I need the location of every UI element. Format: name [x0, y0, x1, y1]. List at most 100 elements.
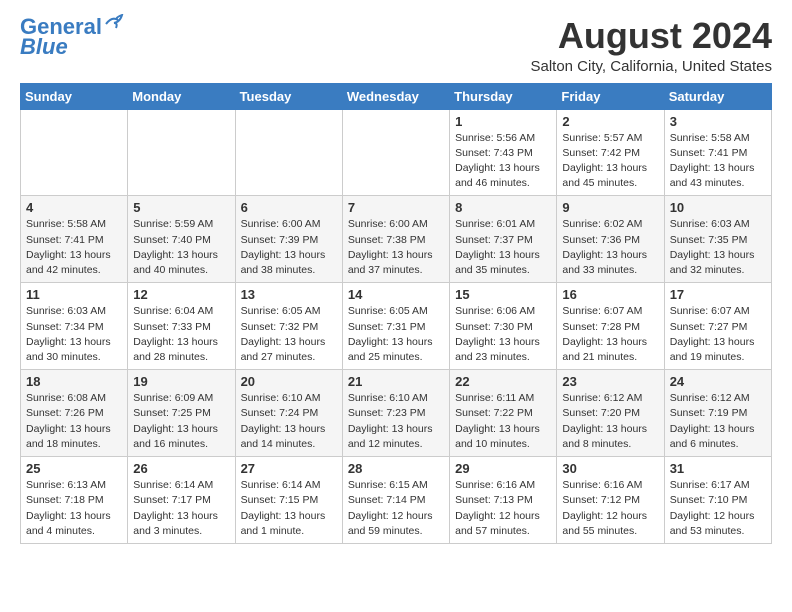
calendar-cell: 30 Sunrise: 6:16 AM Sunset: 7:12 PM Dayli… [557, 457, 664, 544]
calendar-cell: 10 Sunrise: 6:03 AM Sunset: 7:35 PM Dayli… [664, 196, 771, 283]
header-row: SundayMondayTuesdayWednesdayThursdayFrid… [21, 83, 772, 109]
day-number: 11 [26, 287, 122, 302]
title-area: August 2024 Salton City, California, Uni… [530, 16, 772, 75]
day-info: Sunrise: 6:14 AM Sunset: 7:17 PM Dayligh… [133, 478, 229, 539]
calendar-cell [342, 109, 449, 196]
day-number: 8 [455, 200, 551, 215]
day-number: 14 [348, 287, 444, 302]
col-header-saturday: Saturday [664, 83, 771, 109]
calendar-cell: 11Sunrise: 6:03 AM Sunset: 7:34 PM Dayli… [21, 283, 128, 370]
day-number: 30 [562, 461, 658, 476]
day-info: Sunrise: 6:05 AM Sunset: 7:31 PM Dayligh… [348, 304, 444, 365]
day-info: Sunrise: 6:07 AM Sunset: 7:27 PM Dayligh… [670, 304, 766, 365]
week-row: 4 Sunrise: 5:58 AM Sunset: 7:41 PM Daylig… [21, 196, 772, 283]
day-info: Sunrise: 6:12 AM Sunset: 7:20 PM Dayligh… [562, 391, 658, 452]
calendar-cell: 1Sunrise: 5:56 AM Sunset: 7:43 PM Daylig… [450, 109, 557, 196]
day-info: Sunrise: 6:16 AM Sunset: 7:13 PM Dayligh… [455, 478, 551, 539]
calendar-cell [21, 109, 128, 196]
calendar-cell [128, 109, 235, 196]
day-number: 12 [133, 287, 229, 302]
calendar-cell: 5Sunrise: 5:59 AM Sunset: 7:40 PM Daylig… [128, 196, 235, 283]
day-number: 17 [670, 287, 766, 302]
day-number: 27 [241, 461, 337, 476]
calendar-cell: 26 Sunrise: 6:14 AM Sunset: 7:17 PM Dayli… [128, 457, 235, 544]
day-info: Sunrise: 6:13 AM Sunset: 7:18 PM Dayligh… [26, 478, 122, 539]
calendar-cell: 16 Sunrise: 6:07 AM Sunset: 7:28 PM Dayli… [557, 283, 664, 370]
day-info: Sunrise: 6:07 AM Sunset: 7:28 PM Dayligh… [562, 304, 658, 365]
day-info: Sunrise: 6:15 AM Sunset: 7:14 PM Dayligh… [348, 478, 444, 539]
day-number: 5 [133, 200, 229, 215]
week-row: 11Sunrise: 6:03 AM Sunset: 7:34 PM Dayli… [21, 283, 772, 370]
col-header-wednesday: Wednesday [342, 83, 449, 109]
day-number: 16 [562, 287, 658, 302]
day-number: 20 [241, 374, 337, 389]
calendar-cell: 9 Sunrise: 6:02 AM Sunset: 7:36 PM Daylig… [557, 196, 664, 283]
day-info: Sunrise: 6:12 AM Sunset: 7:19 PM Dayligh… [670, 391, 766, 452]
calendar-cell: 23 Sunrise: 6:12 AM Sunset: 7:20 PM Dayli… [557, 370, 664, 457]
calendar-cell: 22 Sunrise: 6:11 AM Sunset: 7:22 PM Dayli… [450, 370, 557, 457]
day-number: 29 [455, 461, 551, 476]
calendar-cell: 14 Sunrise: 6:05 AM Sunset: 7:31 PM Dayli… [342, 283, 449, 370]
calendar-cell [235, 109, 342, 196]
calendar-cell: 2 Sunrise: 5:57 AM Sunset: 7:42 PM Daylig… [557, 109, 664, 196]
day-number: 24 [670, 374, 766, 389]
day-number: 18 [26, 374, 122, 389]
day-number: 26 [133, 461, 229, 476]
calendar-cell: 13Sunrise: 6:05 AM Sunset: 7:32 PM Dayli… [235, 283, 342, 370]
col-header-tuesday: Tuesday [235, 83, 342, 109]
week-row: 1Sunrise: 5:56 AM Sunset: 7:43 PM Daylig… [21, 109, 772, 196]
day-info: Sunrise: 6:06 AM Sunset: 7:30 PM Dayligh… [455, 304, 551, 365]
day-info: Sunrise: 5:58 AM Sunset: 7:41 PM Dayligh… [670, 131, 766, 192]
calendar-cell: 7 Sunrise: 6:00 AM Sunset: 7:38 PM Daylig… [342, 196, 449, 283]
day-number: 15 [455, 287, 551, 302]
day-info: Sunrise: 6:00 AM Sunset: 7:39 PM Dayligh… [241, 217, 337, 278]
day-info: Sunrise: 6:00 AM Sunset: 7:38 PM Dayligh… [348, 217, 444, 278]
day-info: Sunrise: 6:09 AM Sunset: 7:25 PM Dayligh… [133, 391, 229, 452]
day-info: Sunrise: 5:57 AM Sunset: 7:42 PM Dayligh… [562, 131, 658, 192]
calendar-cell: 31Sunrise: 6:17 AM Sunset: 7:10 PM Dayli… [664, 457, 771, 544]
week-row: 18 Sunrise: 6:08 AM Sunset: 7:26 PM Dayli… [21, 370, 772, 457]
day-number: 22 [455, 374, 551, 389]
bird-icon [104, 14, 126, 32]
calendar-cell: 12Sunrise: 6:04 AM Sunset: 7:33 PM Dayli… [128, 283, 235, 370]
col-header-monday: Monday [128, 83, 235, 109]
day-info: Sunrise: 6:14 AM Sunset: 7:15 PM Dayligh… [241, 478, 337, 539]
calendar-cell: 25 Sunrise: 6:13 AM Sunset: 7:18 PM Dayli… [21, 457, 128, 544]
day-number: 19 [133, 374, 229, 389]
day-info: Sunrise: 6:11 AM Sunset: 7:22 PM Dayligh… [455, 391, 551, 452]
logo-blue: Blue [20, 34, 68, 59]
day-number: 2 [562, 114, 658, 129]
calendar-cell: 28Sunrise: 6:15 AM Sunset: 7:14 PM Dayli… [342, 457, 449, 544]
calendar-cell: 29 Sunrise: 6:16 AM Sunset: 7:13 PM Dayli… [450, 457, 557, 544]
day-info: Sunrise: 6:03 AM Sunset: 7:35 PM Dayligh… [670, 217, 766, 278]
day-info: Sunrise: 5:56 AM Sunset: 7:43 PM Dayligh… [455, 131, 551, 192]
day-info: Sunrise: 6:01 AM Sunset: 7:37 PM Dayligh… [455, 217, 551, 278]
day-number: 25 [26, 461, 122, 476]
day-info: Sunrise: 6:17 AM Sunset: 7:10 PM Dayligh… [670, 478, 766, 539]
day-number: 7 [348, 200, 444, 215]
day-info: Sunrise: 6:08 AM Sunset: 7:26 PM Dayligh… [26, 391, 122, 452]
week-row: 25 Sunrise: 6:13 AM Sunset: 7:18 PM Dayli… [21, 457, 772, 544]
day-info: Sunrise: 6:16 AM Sunset: 7:12 PM Dayligh… [562, 478, 658, 539]
calendar-cell: 17 Sunrise: 6:07 AM Sunset: 7:27 PM Dayli… [664, 283, 771, 370]
month-title: August 2024 [530, 16, 772, 56]
calendar-cell: 21Sunrise: 6:10 AM Sunset: 7:23 PM Dayli… [342, 370, 449, 457]
calendar-cell: 19 Sunrise: 6:09 AM Sunset: 7:25 PM Dayli… [128, 370, 235, 457]
calendar-table: SundayMondayTuesdayWednesdayThursdayFrid… [20, 83, 772, 544]
day-info: Sunrise: 6:02 AM Sunset: 7:36 PM Dayligh… [562, 217, 658, 278]
day-info: Sunrise: 6:10 AM Sunset: 7:24 PM Dayligh… [241, 391, 337, 452]
col-header-friday: Friday [557, 83, 664, 109]
calendar-cell: 15 Sunrise: 6:06 AM Sunset: 7:30 PM Dayli… [450, 283, 557, 370]
day-number: 23 [562, 374, 658, 389]
day-info: Sunrise: 5:58 AM Sunset: 7:41 PM Dayligh… [26, 217, 122, 278]
day-number: 9 [562, 200, 658, 215]
logo: General Blue [20, 16, 126, 59]
calendar-cell: 4 Sunrise: 5:58 AM Sunset: 7:41 PM Daylig… [21, 196, 128, 283]
day-number: 10 [670, 200, 766, 215]
col-header-sunday: Sunday [21, 83, 128, 109]
location-subtitle: Salton City, California, United States [530, 58, 772, 75]
day-number: 21 [348, 374, 444, 389]
header: General Blue August 2024 Salton City, Ca… [20, 16, 772, 75]
day-number: 4 [26, 200, 122, 215]
calendar-cell: 18 Sunrise: 6:08 AM Sunset: 7:26 PM Dayli… [21, 370, 128, 457]
